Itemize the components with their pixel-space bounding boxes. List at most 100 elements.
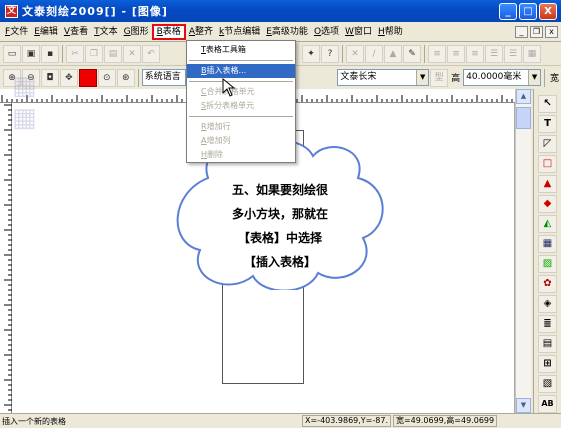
- menu-text[interactable]: T文本: [91, 24, 121, 40]
- image-tool-icon[interactable]: ▧: [538, 375, 557, 393]
- menu-item-add-row[interactable]: R增加行: [187, 120, 295, 134]
- table-tool-icon[interactable]: ▦: [538, 235, 557, 253]
- align-right-icon[interactable]: ≡: [466, 44, 484, 63]
- maximize-button[interactable]: □: [519, 2, 537, 20]
- undo-icon[interactable]: ↶: [142, 44, 160, 63]
- annotation-text: 五、如果要刻绘很 多小方块，那就在 【表格】中选择 【插入表格】: [168, 178, 392, 274]
- menu-options[interactable]: O选项: [311, 24, 342, 40]
- save-icon[interactable]: ▪: [41, 44, 59, 63]
- font-name-select[interactable]: 文泰长宋 ▼: [337, 69, 430, 86]
- mirror-icon[interactable]: ✕: [346, 44, 364, 63]
- doc-tool-icon[interactable]: ▤: [538, 335, 557, 353]
- table-menu-dropdown: T表格工具箱 B插入表格... C合并表格单元 S拆分表格单元 R增加行 A增加…: [186, 40, 296, 163]
- vertical-scrollbar[interactable]: ▲ ▼: [515, 89, 531, 413]
- menu-advanced[interactable]: E高级功能: [263, 24, 311, 40]
- align-icon[interactable]: ▲: [384, 44, 402, 63]
- title-bar: 文 文泰刻绘2009[] - [图像] _ □ X: [0, 0, 561, 22]
- grid-icon[interactable]: ▦: [523, 44, 541, 63]
- minimize-button[interactable]: _: [499, 2, 517, 20]
- toolbar-separator: [137, 68, 139, 87]
- edit-icon[interactable]: ✎: [403, 44, 421, 63]
- menu-item-delete[interactable]: H删除: [187, 148, 295, 162]
- chevron-down-icon[interactable]: ▼: [528, 70, 541, 85]
- stamp-tool-icon[interactable]: ⊞: [538, 355, 557, 373]
- height-label: 高: [451, 74, 461, 84]
- height-select[interactable]: 40.0000毫米 ▼: [463, 69, 542, 86]
- mdi-close-button[interactable]: x: [545, 25, 558, 38]
- tool-palette: ↖ T ◸ □ ▲ ◆ ◭ ▦ ▨ ✿ ◈ ≣ ▤ ⊞ ▧ AB: [533, 89, 561, 413]
- menu-item-table-toolbox[interactable]: T表格工具箱: [187, 43, 295, 57]
- text-tool-icon[interactable]: T: [538, 115, 557, 133]
- mdi-restore-button[interactable]: ❐: [530, 25, 543, 38]
- brush-tool-icon[interactable]: ✿: [538, 275, 557, 293]
- menu-align[interactable]: A整齐: [186, 24, 216, 40]
- status-size: 宽=49.0699,高=49.0699: [392, 415, 498, 427]
- italic-icon[interactable]: /: [365, 44, 383, 63]
- status-message: 插入一个新的表格: [2, 416, 66, 426]
- zoom-page-icon[interactable]: ⊙: [97, 68, 116, 87]
- status-bar: 插入一个新的表格 X=-403.9869,Y=-87. 宽=49.0699,高=…: [0, 413, 561, 428]
- ab-tool-icon[interactable]: AB: [538, 395, 557, 413]
- rectangle-tool-icon[interactable]: □: [538, 155, 557, 173]
- annotation-line: 【表格】中选择: [237, 231, 322, 245]
- distribute-v-icon[interactable]: ☰: [504, 44, 522, 63]
- lines-tool-icon[interactable]: ≣: [538, 315, 557, 333]
- help-icon[interactable]: ?: [321, 44, 339, 63]
- menu-view[interactable]: V查看: [61, 24, 91, 40]
- menu-item-merge-cells[interactable]: C合并表格单元: [187, 85, 295, 99]
- menu-table[interactable]: B表格: [151, 23, 186, 40]
- toolbar-separator: [342, 44, 343, 63]
- bezier-tool-icon[interactable]: ◭: [538, 215, 557, 233]
- scroll-up-button[interactable]: ▲: [516, 89, 531, 104]
- fill-tool-icon[interactable]: ▲: [538, 175, 557, 193]
- close-button[interactable]: X: [539, 2, 557, 20]
- width-label: 宽: [550, 74, 560, 84]
- zoom-all-icon[interactable]: ⊛: [116, 68, 135, 87]
- menu-node-edit[interactable]: k节点编辑: [216, 24, 263, 40]
- vertical-ruler: [0, 103, 12, 413]
- select-arrow-icon[interactable]: ↖: [538, 95, 557, 113]
- menu-edit[interactable]: E编辑: [31, 24, 61, 40]
- align-left-icon[interactable]: ≡: [428, 44, 446, 63]
- node-tool-icon[interactable]: ◸: [538, 135, 557, 153]
- menu-graphics[interactable]: G图形: [121, 24, 152, 40]
- menu-file[interactable]: F文件: [2, 24, 31, 40]
- menu-separator: [189, 81, 293, 82]
- app-icon: 文: [5, 4, 18, 18]
- color-tool-icon[interactable]: ▨: [538, 255, 557, 273]
- new-file-icon[interactable]: ▭: [3, 44, 21, 63]
- paint-tool-icon[interactable]: ◈: [538, 295, 557, 313]
- lightbulb-icon[interactable]: ✦: [302, 44, 320, 63]
- menu-separator: [189, 60, 293, 61]
- menu-help[interactable]: H帮助: [375, 24, 406, 40]
- menu-item-add-column[interactable]: A增加列: [187, 134, 295, 148]
- delete-icon[interactable]: ✕: [123, 44, 141, 63]
- toolbar-separator: [424, 44, 425, 63]
- ruler-ticks: [4, 104, 12, 411]
- menu-separator: [189, 116, 293, 117]
- color-swatch-icon[interactable]: [78, 68, 97, 87]
- font-type-icon[interactable]: 型: [430, 68, 449, 87]
- paste-icon[interactable]: ▤: [104, 44, 122, 63]
- annotation-line: 多小方块，那就在: [231, 207, 328, 221]
- font-category-select[interactable]: 系统语言: [141, 69, 186, 86]
- menu-bar: F文件 E编辑 V查看 T文本 G图形 B表格 A整齐 k节点编辑 E高级功能 …: [0, 22, 561, 42]
- menu-window[interactable]: W窗口: [342, 24, 375, 40]
- copy-icon[interactable]: ❐: [85, 44, 103, 63]
- status-coordinates: X=-403.9869,Y=-87.: [302, 415, 391, 427]
- cut-icon[interactable]: ✂: [66, 44, 84, 63]
- align-center-icon[interactable]: ≡: [447, 44, 465, 63]
- window-title: 文泰刻绘2009[] - [图像]: [22, 5, 168, 18]
- menu-item-split-cells[interactable]: S拆分表格单元: [187, 99, 295, 113]
- annotation-line: 五、如果要刻绘很: [231, 183, 328, 197]
- toolbar-separator: [62, 44, 63, 63]
- scroll-thumb[interactable]: [516, 107, 531, 129]
- watermark-logo: ▦ ▦: [12, 71, 37, 133]
- menu-item-insert-table[interactable]: B插入表格...: [187, 64, 295, 78]
- shape-tool-icon[interactable]: ◆: [538, 195, 557, 213]
- scroll-down-button[interactable]: ▼: [516, 398, 531, 413]
- open-folder-icon[interactable]: ▣: [22, 44, 40, 63]
- chevron-down-icon[interactable]: ▼: [416, 70, 429, 85]
- mdi-minimize-button[interactable]: _: [515, 25, 528, 38]
- distribute-icon[interactable]: ☰: [485, 44, 503, 63]
